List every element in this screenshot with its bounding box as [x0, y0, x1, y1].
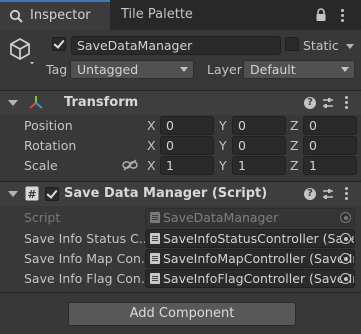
foldout-arrow-icon[interactable]: [8, 100, 18, 106]
script-file-icon: [150, 273, 160, 284]
tab-inspector-label: Inspector: [30, 8, 91, 23]
inspector-icon: [9, 9, 23, 23]
preset-icon[interactable]: [321, 187, 335, 201]
script-file-icon: [150, 212, 160, 223]
help-icon[interactable]: ?: [304, 188, 316, 200]
save-info-flag-object-field[interactable]: SaveInfoFlagController (Save In: [145, 269, 355, 288]
position-z-label[interactable]: Z: [290, 118, 299, 133]
foldout-arrow-icon[interactable]: [8, 191, 18, 197]
transform-title: Transform: [64, 95, 139, 110]
tag-value: Untagged: [77, 62, 139, 77]
component-menu-icon[interactable]: [345, 96, 348, 111]
add-component-button[interactable]: Add Component: [68, 302, 296, 326]
script-icon: #: [25, 186, 39, 201]
script-object-field: SaveDataManager: [145, 208, 355, 227]
component-menu-icon[interactable]: [345, 187, 348, 202]
tab-tile-palette[interactable]: Tile Palette: [121, 0, 193, 30]
gameobject-active-checkbox[interactable]: [52, 37, 66, 51]
divider: [0, 292, 361, 293]
chevron-down-icon: [341, 67, 349, 72]
field-label: Save Info Flag Con...: [24, 271, 153, 286]
scale-y-label[interactable]: Y: [219, 158, 227, 173]
position-x-label[interactable]: X: [147, 118, 156, 133]
field-value: SaveInfoMapController (Save In: [163, 251, 355, 266]
transform-icon: [29, 96, 43, 109]
rotation-x-label[interactable]: X: [147, 138, 156, 153]
script-component-title: Save Data Manager (Script): [64, 186, 268, 201]
lock-icon[interactable]: [315, 8, 327, 22]
script-enabled-checkbox[interactable]: [45, 187, 59, 201]
rotation-z-label[interactable]: Z: [290, 138, 299, 153]
scale-x-input[interactable]: 1: [160, 156, 214, 175]
script-file-icon: [150, 233, 160, 244]
tab-menu-icon[interactable]: [341, 9, 344, 24]
position-z-input[interactable]: 0: [303, 116, 357, 135]
layer-label: Layer: [207, 62, 242, 77]
scale-label: Scale: [24, 158, 58, 173]
script-label: Script: [24, 210, 61, 225]
tab-bar: Inspector Tile Palette: [0, 0, 361, 30]
help-icon[interactable]: ?: [304, 97, 316, 109]
object-picker-icon[interactable]: [340, 273, 351, 284]
tab-tile-palette-label: Tile Palette: [121, 7, 193, 22]
field-label: Save Info Status C...: [24, 231, 151, 246]
static-dropdown-icon[interactable]: [346, 44, 354, 49]
script-component-header[interactable]: # Save Data Manager (Script) ?: [0, 181, 361, 206]
object-picker-icon[interactable]: [340, 233, 351, 244]
tag-label: Tag: [46, 62, 68, 77]
field-value: SaveInfoFlagController (Save In: [163, 271, 355, 286]
position-y-label[interactable]: Y: [219, 118, 227, 133]
static-checkbox[interactable]: [285, 37, 299, 51]
rotation-y-label[interactable]: Y: [219, 138, 227, 153]
scale-z-input[interactable]: 1: [303, 156, 357, 175]
preset-icon[interactable]: [321, 96, 335, 110]
static-label: Static: [303, 38, 339, 53]
save-info-map-object-field[interactable]: SaveInfoMapController (Save In: [145, 249, 355, 268]
object-picker-icon[interactable]: [340, 253, 351, 264]
transform-header[interactable]: Transform ?: [0, 90, 361, 115]
tag-dropdown[interactable]: Untagged: [70, 60, 194, 79]
layer-value: Default: [250, 62, 296, 77]
save-info-status-object-field[interactable]: SaveInfoStatusController (Save: [145, 229, 355, 248]
gameobject-cube-icon[interactable]: [8, 36, 36, 66]
gameobject-name-input[interactable]: SaveDataManager: [71, 36, 281, 55]
rotation-x-input[interactable]: 0: [160, 136, 214, 155]
chevron-down-icon: [180, 67, 188, 72]
rotation-label: Rotation: [24, 138, 77, 153]
scale-x-label[interactable]: X: [147, 158, 156, 173]
position-y-input[interactable]: 0: [232, 116, 286, 135]
scale-z-label[interactable]: Z: [290, 158, 299, 173]
field-value: SaveInfoStatusController (Save: [163, 231, 355, 246]
field-label: Save Info Map Con...: [24, 251, 153, 266]
position-label: Position: [24, 118, 73, 133]
script-value: SaveDataManager: [163, 210, 279, 225]
rotation-y-input[interactable]: 0: [232, 136, 286, 155]
script-file-icon: [150, 253, 160, 264]
link-icon[interactable]: [122, 159, 138, 171]
layer-dropdown[interactable]: Default: [243, 60, 355, 79]
rotation-z-input[interactable]: 0: [303, 136, 357, 155]
scale-y-input[interactable]: 1: [232, 156, 286, 175]
object-picker-icon: [340, 212, 351, 223]
position-x-input[interactable]: 0: [160, 116, 214, 135]
tab-inspector[interactable]: Inspector: [0, 0, 110, 30]
svg-text:#: #: [27, 188, 36, 201]
